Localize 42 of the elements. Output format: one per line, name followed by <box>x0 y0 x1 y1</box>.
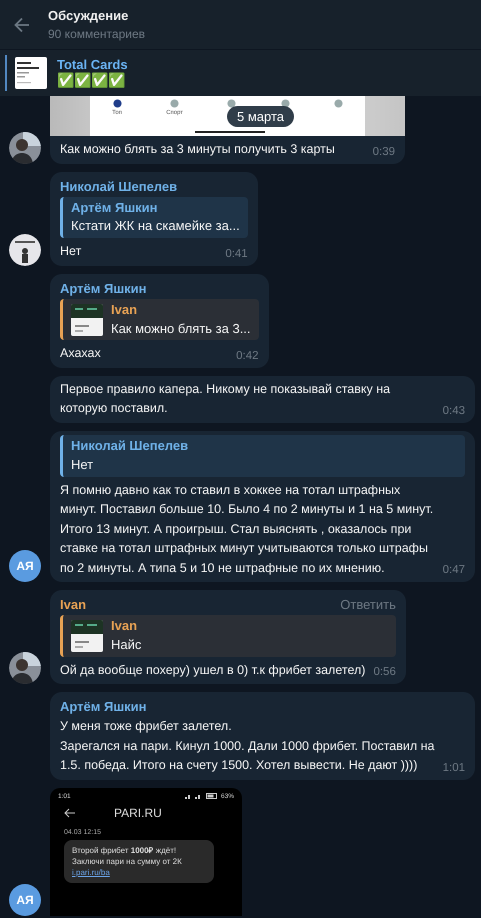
message-text: У меня тоже фрибет залетел. Зарегался на пари. Кинул 1000. Дали 1000 фрибет. Поставил на 1.5. победа. Итого на счету 1500. Хотел вывести. Не дают )))) <box>60 718 435 774</box>
message-text: Я помню давно как то ставил в хоккее на тотал штрафных минут. Поставил больше 10. Было 4 по 2 минуты и 1 на 5 минут. Итого 13 минут. А проигрыш. Стал выяснять , оказалось при ставке на тотал штрафных минут учитываются только штрафы по 2 минуты. А типа 5 и 10 не штрафные по их мнению. <box>60 482 434 577</box>
message-time: 0:42 <box>236 348 259 364</box>
reply-quote[interactable]: Ivan Найс <box>60 615 396 657</box>
message-text: Как можно блять за 3 минуты получить 3 карты <box>60 141 336 158</box>
message-text: Первое правило капера. Никому не показывай ставку на которую поставил. <box>60 380 392 418</box>
author-name[interactable]: Ivan <box>60 597 86 612</box>
pinned-post[interactable]: Total Cards ✅✅✅✅ <box>0 49 481 96</box>
pinned-title: Total Cards <box>57 57 128 72</box>
quote-text: Нет <box>71 456 94 474</box>
back-icon[interactable] <box>64 808 76 818</box>
reply-quote[interactable]: Николай Шепелев Нет <box>60 434 465 477</box>
chat-title: Обсуждение <box>48 8 130 23</box>
date-pill: 5 марта <box>227 106 294 127</box>
battery-icon <box>206 793 218 800</box>
message-time: 0:39 <box>372 144 395 160</box>
quote-text: Как можно блять за 3... <box>111 320 251 338</box>
message-time: 0:56 <box>373 665 396 680</box>
quote-text: Кстати ЖК на скамейке за... <box>71 217 240 236</box>
message-time: 1:01 <box>442 760 465 776</box>
message-text: Ой да вообще похеру) ушел в 0) т.к фрибет залетел) <box>60 662 366 679</box>
sms-text: Второй фрибет 1000₽ ждёт! Заключи пари на сумму от 2К i.pari.ru/ba <box>72 846 182 878</box>
quote-author: Ivan <box>111 300 138 319</box>
app-title: PARI.RU <box>114 806 162 820</box>
pinned-text: ✅✅✅✅ <box>57 72 126 89</box>
message-text: Ахахах <box>60 345 102 362</box>
reply-quote[interactable]: Ivan Как можно блять за 3... <box>60 298 259 340</box>
quote-author: Ivan <box>111 617 138 636</box>
message-time: 0:41 <box>225 246 248 262</box>
message-text: Нет <box>60 243 82 260</box>
quote-author: Николай Шепелев <box>71 436 188 455</box>
signal-icon <box>184 793 203 800</box>
message-time: 0:47 <box>442 563 465 578</box>
quote-author: Артём Яшкин <box>71 198 159 217</box>
author-name[interactable]: Артём Яшкин <box>60 280 147 296</box>
quote-text: Найс <box>111 636 142 654</box>
comment-count: 90 комментариев <box>48 27 146 41</box>
reply-quote[interactable]: Артём Яшкин Кстати ЖК на скамейке за... <box>60 196 248 238</box>
sms-link[interactable]: i.pari.ru/ba <box>72 868 110 878</box>
author-name[interactable]: Николай Шепелев <box>60 178 178 194</box>
author-name[interactable]: Артём Яшкин <box>60 699 147 714</box>
message-time: 0:43 <box>442 404 465 419</box>
